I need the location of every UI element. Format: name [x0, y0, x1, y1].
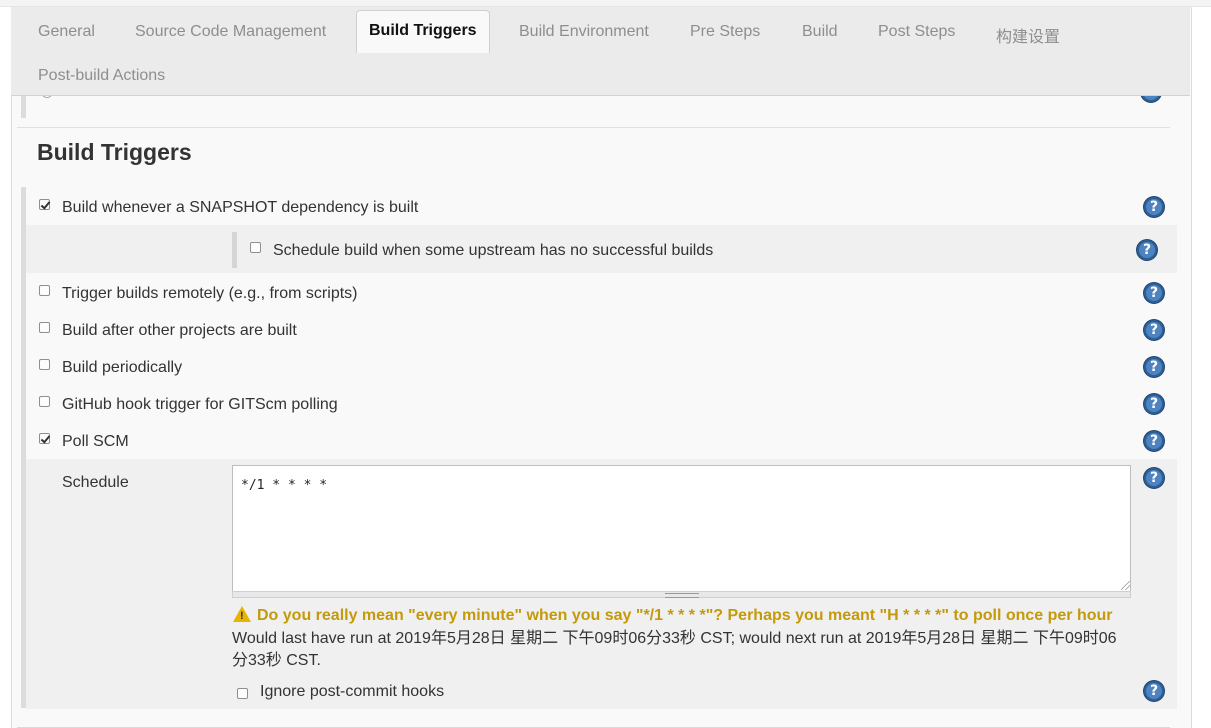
periodic-checkbox[interactable] [39, 359, 50, 370]
periodic-label: Build periodically [62, 359, 183, 376]
help-icon[interactable]: ? [1144, 431, 1164, 451]
poll-scm-label: Poll SCM [62, 433, 129, 450]
tab-source-code-management[interactable]: Source Code Management [135, 23, 326, 41]
help-icon[interactable]: ? [1144, 357, 1164, 377]
resize-grip[interactable] [1121, 581, 1130, 590]
schedule-value: */1 * * * * [241, 478, 328, 493]
tab-pre-steps[interactable]: Pre Steps [690, 23, 760, 41]
help-icon[interactable]: ? [1144, 283, 1164, 303]
schedule-run-info: Would last have run at 2019年5月28日 星期二 下午… [232, 630, 1117, 669]
tab-build-settings[interactable]: 构建设置 [996, 23, 1060, 47]
help-icon[interactable]: ? [1144, 468, 1164, 488]
snapshot-label: Build whenever a SNAPSHOT dependency is … [62, 199, 419, 216]
tab-build[interactable]: Build [802, 23, 838, 41]
upstream-label: Schedule build when some upstream has no… [273, 242, 714, 259]
schedule-warning: ! Do you really mean "every minute" when … [233, 606, 1113, 625]
ignore-hooks-checkbox[interactable] [237, 688, 248, 699]
poll-scm-checkbox[interactable] [39, 433, 50, 444]
help-icon[interactable]: ? [1144, 681, 1164, 701]
tab-build-triggers[interactable]: Build Triggers [356, 10, 490, 53]
tab-post-steps[interactable]: Post Steps [878, 23, 955, 41]
github-hook-checkbox[interactable] [39, 396, 50, 407]
remote-trigger-checkbox[interactable] [39, 285, 50, 296]
textarea-resize-handle[interactable] [232, 591, 1131, 598]
ignore-hooks-label: Ignore post-commit hooks [260, 683, 445, 700]
tab-general[interactable]: General [38, 23, 95, 41]
after-other-label: Build after other projects are built [62, 322, 297, 339]
github-hook-label: GitHub hook trigger for GITScm polling [62, 396, 338, 413]
snapshot-checkbox[interactable] [39, 199, 50, 210]
help-icon[interactable]: ? [1144, 197, 1164, 217]
config-tab-bar: General Source Code Management Build Tri… [11, 7, 1190, 96]
section-left-bar [21, 187, 26, 708]
help-icon[interactable]: ? [1137, 240, 1157, 260]
warning-text: Do you really mean "every minute" when y… [257, 607, 1113, 624]
tab-build-environment[interactable]: Build Environment [519, 23, 649, 41]
help-icon[interactable]: ? [1144, 320, 1164, 340]
help-icon[interactable]: ? [1144, 394, 1164, 414]
top-border [0, 0, 1211, 7]
warning-icon: ! [233, 606, 251, 622]
upstream-checkbox[interactable] [250, 242, 261, 253]
section-title: Build Triggers [37, 139, 192, 165]
schedule-label: Schedule [62, 474, 129, 491]
schedule-textarea[interactable]: */1 * * * * [232, 465, 1131, 592]
remote-trigger-label: Trigger builds remotely (e.g., from scri… [62, 285, 358, 302]
tab-post-build-actions[interactable]: Post-build Actions [38, 67, 165, 85]
after-other-checkbox[interactable] [39, 322, 50, 333]
subsection-bar [232, 232, 237, 268]
